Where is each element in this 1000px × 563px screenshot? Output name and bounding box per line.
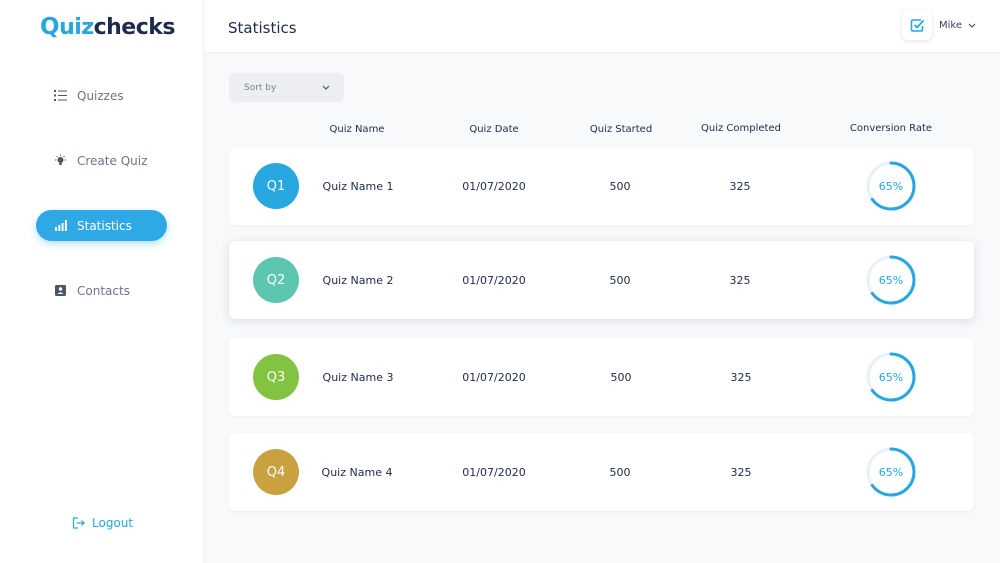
logout-icon <box>72 516 85 530</box>
contact-card-icon <box>54 284 67 297</box>
quiz-date: 01/07/2020 <box>462 371 526 384</box>
sidebar-item-label: Quizzes <box>77 88 124 103</box>
quiz-name: Quiz Name 4 <box>321 466 393 479</box>
sidebar-item-label: Contacts <box>77 283 130 298</box>
logout-label: Logout <box>92 516 134 530</box>
logo-q: Q <box>40 14 60 40</box>
logout-button[interactable]: Logout <box>72 516 133 530</box>
sort-label: Sort by <box>244 82 277 93</box>
check-square-icon <box>910 18 925 33</box>
quiz-started: 500 <box>609 466 631 479</box>
logo-checks: checks <box>93 14 176 40</box>
quiz-date: 01/07/2020 <box>462 274 526 287</box>
header: Statistics Mike <box>204 0 1000 53</box>
quiz-completed: 325 <box>730 466 752 479</box>
sort-dropdown[interactable]: Sort by <box>229 73 344 102</box>
table-row[interactable]: Q1 Quiz Name 1 01/07/2020 500 325 65% <box>229 147 974 225</box>
quiz-date: 01/07/2020 <box>462 180 526 193</box>
chevron-down-icon[interactable] <box>968 23 976 28</box>
list-icon <box>54 89 67 102</box>
conversion-rate-label: 65% <box>878 465 904 479</box>
logo[interactable]: Quiz checks <box>40 14 175 40</box>
sidebar-item-quizzes[interactable]: Quizzes <box>36 80 167 111</box>
logo-uiz: uiz <box>59 14 94 40</box>
table-row[interactable]: Q2 Quiz Name 2 01/07/2020 500 325 65% <box>229 241 974 319</box>
quiz-badge: Q1 <box>253 163 299 209</box>
bar-chart-icon <box>54 219 67 232</box>
lightbulb-icon <box>54 154 67 167</box>
sidebar: Quiz checks Quizzes Create Quiz Statistic… <box>0 0 204 563</box>
quiz-completed: 325 <box>729 274 751 287</box>
quiz-started: 500 <box>609 274 631 287</box>
conversion-rate-label: 65% <box>878 273 904 287</box>
conversion-rate-label: 65% <box>878 370 904 384</box>
sidebar-item-label: Create Quiz <box>77 153 148 168</box>
quiz-badge: Q2 <box>253 257 299 303</box>
column-header-quiz-name[interactable]: Quiz Name <box>330 124 385 135</box>
quiz-date: 01/07/2020 <box>462 466 526 479</box>
sidebar-item-create-quiz[interactable]: Create Quiz <box>36 145 167 176</box>
column-header-quiz-date[interactable]: Quiz Date <box>469 124 518 135</box>
quiz-started: 500 <box>609 180 631 193</box>
table-row[interactable]: Q3 Quiz Name 3 01/07/2020 500 325 65% <box>229 338 974 416</box>
table-row[interactable]: Q4 Quiz Name 4 01/07/2020 500 325 65% <box>229 433 974 511</box>
column-header-conversion-rate[interactable]: Conversion Rate <box>850 123 932 134</box>
sidebar-item-label: Statistics <box>77 218 132 233</box>
quiz-started: 500 <box>610 371 632 384</box>
user-name[interactable]: Mike <box>939 20 962 31</box>
column-header-quiz-completed[interactable]: Quiz Completed <box>701 123 781 134</box>
quiz-completed: 325 <box>729 180 751 193</box>
chevron-down-icon <box>322 85 330 90</box>
quiz-name: Quiz Name 1 <box>322 180 394 193</box>
quiz-completed: 325 <box>730 371 752 384</box>
sidebar-item-contacts[interactable]: Contacts <box>36 275 167 306</box>
quiz-name: Quiz Name 3 <box>322 371 394 384</box>
user-menu[interactable]: Mike <box>902 10 976 40</box>
quiz-badge: Q3 <box>253 354 299 400</box>
conversion-rate-label: 65% <box>878 179 904 193</box>
quiz-badge: Q4 <box>253 449 299 495</box>
quiz-name: Quiz Name 2 <box>322 274 394 287</box>
page-title: Statistics <box>228 19 297 37</box>
avatar[interactable] <box>902 10 932 40</box>
column-header-quiz-started[interactable]: Quiz Started <box>590 124 652 135</box>
sidebar-item-statistics[interactable]: Statistics <box>36 210 167 241</box>
